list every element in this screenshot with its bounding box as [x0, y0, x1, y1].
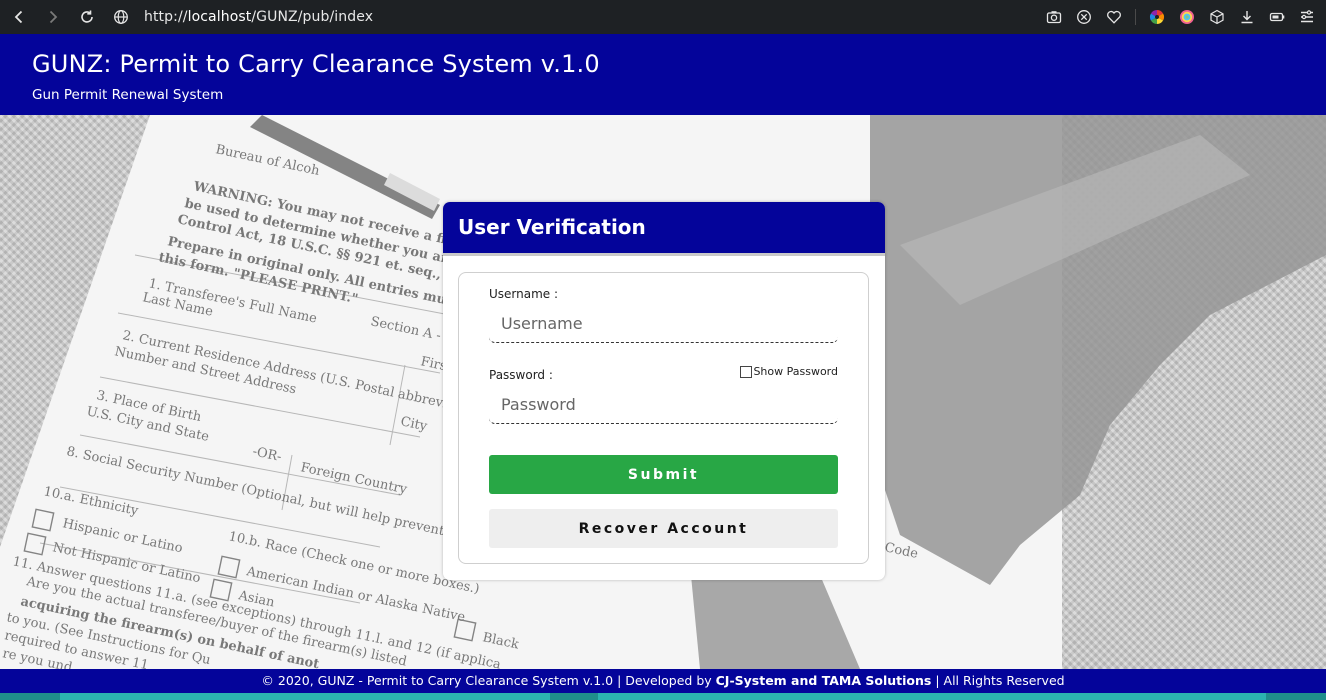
- palette-icon[interactable]: [1178, 8, 1196, 26]
- toolbar-divider: [1135, 9, 1136, 25]
- back-icon[interactable]: [8, 6, 30, 28]
- login-card: User Verification Username : Password : …: [443, 202, 885, 580]
- login-card-title: User Verification: [443, 202, 885, 256]
- reload-icon[interactable]: [76, 6, 98, 28]
- username-label: Username :: [489, 287, 559, 301]
- show-password-label: Show Password: [753, 365, 838, 378]
- download-icon[interactable]: [1238, 8, 1256, 26]
- browser-toolbar: http://localhost/GUNZ/pub/index: [0, 0, 1326, 34]
- heart-icon[interactable]: [1105, 8, 1123, 26]
- footer-copyright: © 2020, GUNZ - Permit to Carry Clearance…: [261, 673, 716, 688]
- recover-account-button[interactable]: Recover Account: [489, 509, 838, 548]
- page-footer: © 2020, GUNZ - Permit to Carry Clearance…: [0, 669, 1326, 693]
- strip-segment: [550, 693, 598, 700]
- show-password-toggle[interactable]: Show Password: [740, 365, 838, 378]
- cube-icon[interactable]: [1208, 8, 1226, 26]
- app-title: GUNZ: Permit to Carry Clearance System v…: [32, 50, 600, 78]
- username-input[interactable]: [489, 305, 838, 343]
- url-scheme: http://: [144, 9, 188, 25]
- battery-icon[interactable]: [1268, 8, 1286, 26]
- app-header: GUNZ: Permit to Carry Clearance System v…: [0, 34, 1326, 115]
- shield-x-icon[interactable]: [1075, 8, 1093, 26]
- forward-icon[interactable]: [42, 6, 64, 28]
- browser-extensions: [1045, 0, 1316, 34]
- globe-icon: [112, 8, 130, 26]
- camera-icon[interactable]: [1045, 8, 1063, 26]
- url-text: http://localhost/GUNZ/pub/index: [144, 9, 373, 25]
- show-password-checkbox[interactable]: [740, 365, 753, 378]
- strip-segment: [0, 693, 60, 700]
- strip-segment: [1266, 693, 1326, 700]
- address-bar[interactable]: http://localhost/GUNZ/pub/index: [112, 8, 373, 26]
- footer-rights: | All Rights Reserved: [931, 673, 1065, 688]
- login-form: Username : Password : Show Password Subm…: [458, 272, 869, 564]
- bottom-taskbar-strip: [0, 693, 1326, 700]
- url-path: /GUNZ/pub/index: [251, 9, 374, 25]
- color-wheel-icon[interactable]: [1148, 8, 1166, 26]
- submit-button[interactable]: Submit: [489, 455, 838, 494]
- app-subtitle: Gun Permit Renewal System: [32, 87, 224, 103]
- footer-developer: CJ-System and TAMA Solutions: [715, 673, 932, 688]
- password-label: Password :: [489, 368, 553, 382]
- menu-icon[interactable]: [1298, 8, 1316, 26]
- url-host: localhost: [187, 9, 252, 25]
- password-input[interactable]: [489, 386, 838, 424]
